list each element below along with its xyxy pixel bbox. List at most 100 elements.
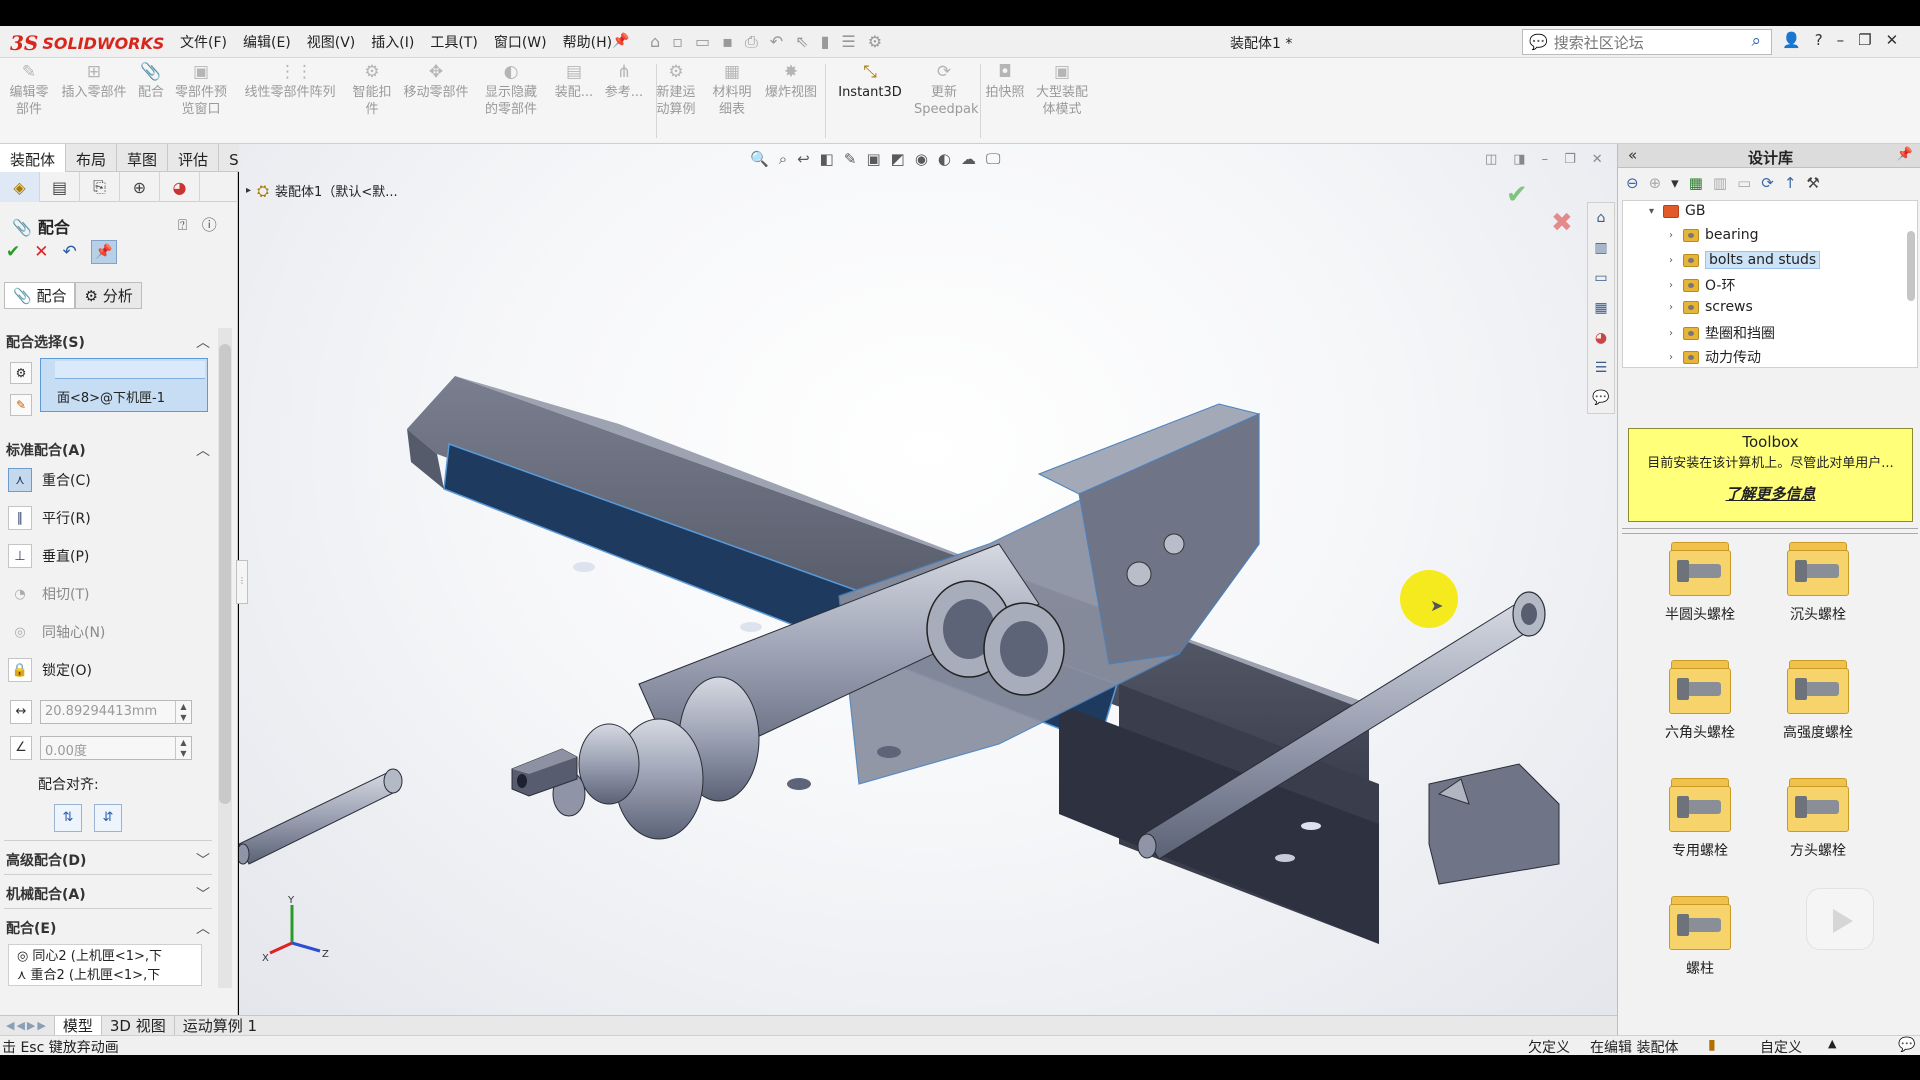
angle-input[interactable]: 0.00度 ▲ ▼ bbox=[40, 736, 192, 760]
advanced-mates-header[interactable]: 高级配合(D) ﹀ bbox=[6, 850, 210, 870]
tab-1[interactable]: 布局 bbox=[66, 144, 118, 172]
ribbon-button-insert-component[interactable]: ⊞ 插入零部件 bbox=[58, 62, 130, 101]
menu-view[interactable]: 视图(V) bbox=[307, 32, 356, 52]
ribbon-button-snapshot[interactable]: ◘ 拍快照 bbox=[984, 62, 1026, 101]
mates-list[interactable]: ◎ 同心2 (上机匣<1>,下 ⋏ 重合2 (上机匣<1>,下 bbox=[8, 944, 202, 986]
mate-option-concentric[interactable]: ◎ 同轴心(N) bbox=[8, 620, 105, 644]
zoom-to-area-icon[interactable]: ⌕ bbox=[779, 150, 787, 168]
chevron-right-icon[interactable]: › bbox=[1669, 302, 1683, 313]
library-item[interactable]: 半圆头螺栓 bbox=[1650, 542, 1750, 624]
home-resources-icon[interactable]: ⌂ bbox=[1588, 203, 1614, 233]
close-icon[interactable]: ✕ bbox=[1592, 152, 1603, 167]
section-view-icon[interactable]: ◧ bbox=[820, 150, 834, 168]
mate-option-tangent[interactable]: ◔ 相切(T) bbox=[8, 582, 89, 606]
library-item[interactable]: 六角头螺栓 bbox=[1650, 660, 1750, 742]
dynamic-annotation-icon[interactable]: ✎ bbox=[844, 150, 857, 168]
ribbon-button-large-assembly[interactable]: ▣ 大型装配 体模式 bbox=[1030, 62, 1094, 118]
tree-node[interactable]: › bearing bbox=[1669, 227, 1758, 243]
view-palette-icon[interactable]: ▦ bbox=[1588, 293, 1614, 323]
undo-arrow-icon[interactable]: ↶ bbox=[63, 242, 77, 264]
status-tooltip-icon[interactable]: 💬 bbox=[1898, 1037, 1915, 1053]
dropdown-caret-icon[interactable]: ▾ bbox=[1671, 174, 1679, 192]
library-item[interactable]: 方头螺栓 bbox=[1768, 778, 1868, 860]
hide-show-items-icon[interactable]: ◉ bbox=[915, 150, 928, 168]
tab-nav-arrows-icon[interactable]: ◀◀▶▶ bbox=[0, 1019, 54, 1032]
ribbon-button-assembly-features[interactable]: ▤ 装配... bbox=[552, 62, 596, 101]
menu-tools[interactable]: 工具(T) bbox=[430, 32, 477, 52]
rear-sight[interactable] bbox=[1428, 763, 1560, 885]
design-library-icon[interactable]: ▥ bbox=[1588, 233, 1614, 263]
tree-node[interactable]: › 垫圈和挡圈 bbox=[1669, 323, 1775, 343]
rebuild-icon[interactable]: ▮ bbox=[821, 32, 830, 52]
ribbon-button-linear-pattern[interactable]: ⋮⋮ 线性零部件阵列 bbox=[240, 62, 340, 101]
tree-scrollbar-thumb[interactable] bbox=[1907, 231, 1915, 301]
print-icon[interactable]: ⎙ bbox=[745, 32, 758, 52]
menu-edit[interactable]: 编辑(E) bbox=[243, 32, 291, 52]
pm-scrollbar-thumb[interactable] bbox=[219, 344, 231, 804]
menu-window[interactable]: 窗口(W) bbox=[494, 32, 547, 52]
units-caret[interactable]: ▲ bbox=[1828, 1037, 1836, 1050]
edit-appearance-icon[interactable]: ◐ bbox=[938, 150, 951, 168]
cancel-x-icon[interactable]: ✕ bbox=[34, 242, 48, 264]
view-settings-icon[interactable]: 🖵 bbox=[986, 150, 1000, 168]
pin-menu-icon[interactable]: 📌 bbox=[612, 33, 629, 49]
collapse-double-chevron-icon[interactable]: « bbox=[1628, 146, 1637, 164]
custom-properties-icon[interactable]: ☰ bbox=[1588, 353, 1614, 383]
pin-icon[interactable]: 📌 bbox=[1897, 147, 1913, 162]
expand-caret-icon[interactable]: ▸ bbox=[246, 185, 251, 196]
tab-3d-view[interactable]: 3D 视图 bbox=[100, 1015, 174, 1036]
learn-more-link[interactable]: 了解更多信息 bbox=[1629, 483, 1912, 504]
tile-right-icon[interactable]: ◨ bbox=[1513, 152, 1525, 167]
angle-icon[interactable]: ∠ bbox=[10, 736, 32, 760]
close-icon[interactable]: ✕ bbox=[1886, 31, 1899, 49]
menu-insert[interactable]: 插入(I) bbox=[371, 32, 414, 52]
menu-file[interactable]: 文件(F) bbox=[180, 32, 227, 52]
forward-icon[interactable]: ⊕ bbox=[1649, 174, 1662, 192]
mate-option-lock[interactable]: 🔒 锁定(O) bbox=[8, 658, 92, 682]
view-orientation-icon[interactable]: ▣ bbox=[866, 150, 880, 168]
tree-node[interactable]: ▾ GB bbox=[1649, 203, 1705, 219]
rebuild-indicator-icon[interactable]: ▮ bbox=[1708, 1037, 1716, 1053]
tree-node[interactable]: › screws bbox=[1669, 299, 1753, 315]
list-item[interactable]: ⋏ 重合2 (上机匣<1>,下 bbox=[17, 966, 201, 985]
chevron-right-icon[interactable]: › bbox=[1669, 280, 1683, 291]
chevron-right-icon[interactable]: › bbox=[1669, 352, 1683, 363]
search-community-input[interactable]: 💬 搜索社区论坛 ⌕ bbox=[1522, 29, 1772, 55]
ribbon-button-move-component[interactable]: ✥ 移动零部件 bbox=[400, 62, 472, 101]
confirm-ok-check-icon[interactable]: ✔ bbox=[1506, 180, 1528, 210]
forum-icon[interactable]: 💬 bbox=[1588, 383, 1614, 413]
aligned-button[interactable]: ⇅ bbox=[54, 804, 82, 832]
ribbon-button-edit-component[interactable]: ✎ 编辑零 部件 bbox=[6, 62, 52, 118]
tree-node[interactable]: › 动力传动 bbox=[1669, 347, 1761, 367]
standard-mates-header[interactable]: 标准配合(A) ︿ bbox=[6, 440, 210, 460]
help-icon[interactable]: ? bbox=[1815, 31, 1823, 49]
chevron-down-icon[interactable]: ▾ bbox=[1649, 206, 1663, 217]
ribbon-button-mate[interactable]: 📎 配合 bbox=[136, 62, 166, 101]
anti-aligned-button[interactable]: ⇵ bbox=[94, 804, 122, 832]
dimxpert-icon[interactable]: ⊕ bbox=[120, 172, 160, 202]
keep-visible-pin-icon[interactable]: 📌 bbox=[90, 240, 117, 264]
property-manager-icon[interactable]: ▤ bbox=[40, 172, 80, 202]
library-item[interactable]: 高强度螺栓 bbox=[1768, 660, 1868, 742]
confirm-cancel-x-icon[interactable]: ✖ bbox=[1551, 208, 1573, 238]
library-tree[interactable]: ▾ GB › bearing › bolts and studs › O-环 › screws › 垫… bbox=[1622, 200, 1918, 368]
save-icon[interactable]: ▪ bbox=[722, 32, 733, 52]
ribbon-button-exploded-view[interactable]: ✸ 爆炸视图 bbox=[762, 62, 820, 101]
selection-input-row[interactable] bbox=[55, 361, 205, 379]
create-folder-icon[interactable]: ▭ bbox=[1737, 174, 1751, 192]
library-item[interactable]: 沉头螺栓 bbox=[1768, 542, 1868, 624]
units-custom[interactable]: 自定义 bbox=[1760, 1037, 1802, 1057]
tab-3[interactable]: 评估 bbox=[168, 144, 220, 172]
library-item[interactable]: 专用螺栓 bbox=[1650, 778, 1750, 860]
feature-tree-root[interactable]: ▸ ⛭ 装配体1（默认<默... bbox=[246, 181, 398, 201]
tab-model[interactable]: 模型 bbox=[53, 1015, 101, 1036]
zoom-to-fit-icon[interactable]: 🔍 bbox=[750, 150, 769, 168]
tile-left-icon[interactable]: ◫ bbox=[1485, 152, 1497, 167]
distance-input[interactable]: 20.89294413mm ▲ ▼ bbox=[40, 700, 192, 724]
pane-splitter[interactable] bbox=[1622, 528, 1918, 534]
user-icon[interactable]: 👤 bbox=[1782, 31, 1801, 49]
tree-node[interactable]: › bolts and studs bbox=[1669, 251, 1821, 269]
selection-item[interactable]: 面<8>@下机匣-1 bbox=[57, 387, 165, 406]
chevron-right-icon[interactable]: › bbox=[1669, 255, 1683, 266]
select-icon[interactable]: ⇖ bbox=[795, 32, 808, 52]
